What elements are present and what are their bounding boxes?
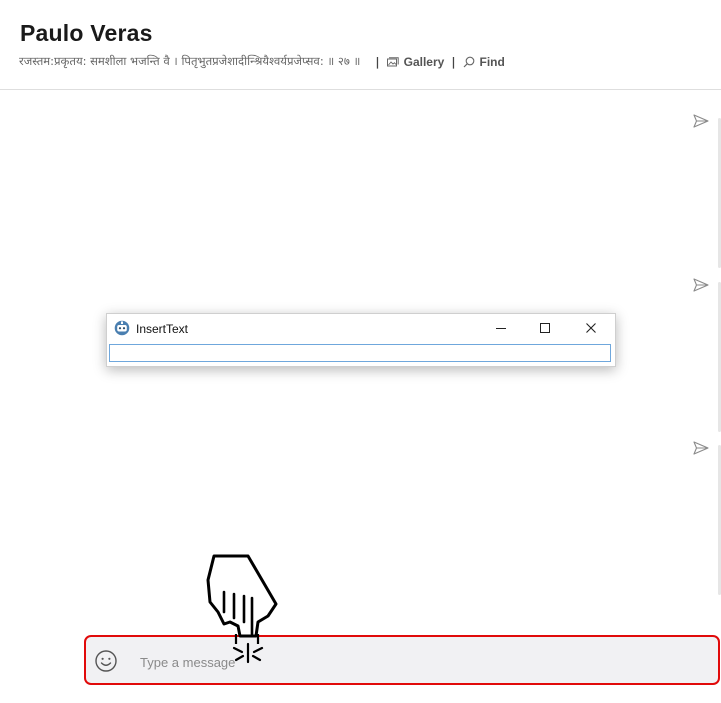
maximize-button[interactable] [534, 318, 556, 338]
app-icon [114, 320, 130, 336]
minimize-icon [496, 328, 506, 329]
gallery-button[interactable]: Gallery [386, 54, 445, 69]
close-button[interactable] [580, 318, 602, 338]
close-icon [586, 323, 596, 333]
contact-name[interactable]: Paulo Veras [20, 20, 153, 47]
send-icon[interactable] [693, 278, 709, 292]
separator: | [375, 54, 380, 69]
window-title: InsertText [136, 322, 189, 336]
minimize-button[interactable] [490, 318, 512, 338]
insert-text-input[interactable] [109, 344, 611, 362]
gallery-icon [386, 56, 399, 66]
message-composer [84, 635, 720, 685]
conversation-header: Paulo Veras रजस्तम:प्रकृतय: समशीला भजन्त… [0, 0, 721, 90]
find-icon [463, 56, 474, 67]
send-icon[interactable] [693, 114, 709, 128]
message-input[interactable] [138, 649, 702, 675]
gallery-label: Gallery [403, 54, 445, 69]
find-button[interactable]: Find [463, 55, 505, 69]
find-label: Find [479, 54, 505, 69]
send-icon[interactable] [693, 441, 709, 455]
mood-message: रजस्तम:प्रकृतय: समशीला भजन्ति वै । पितृभ… [19, 54, 361, 68]
separator: | [451, 54, 456, 69]
emoji-icon[interactable] [94, 649, 118, 673]
insert-text-window: InsertText [106, 313, 616, 367]
maximize-icon [540, 323, 550, 333]
header-subline: रजस्तम:प्रकृतय: समशीला भजन्ति वै । पितृभ… [19, 54, 505, 69]
